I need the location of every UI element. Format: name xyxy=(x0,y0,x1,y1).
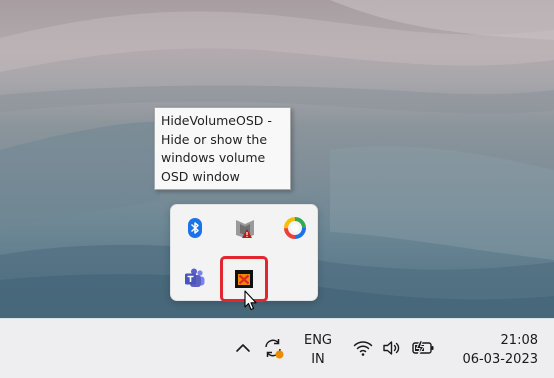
language-region: IN xyxy=(311,352,325,367)
bluetooth-icon[interactable] xyxy=(183,216,207,240)
mcafee-icon[interactable] xyxy=(233,216,257,240)
language-indicator[interactable]: ENG IN xyxy=(298,331,338,369)
mouse-cursor-icon xyxy=(244,290,258,312)
taskbar: ENG IN 21:08 06-03-2023 xyxy=(0,318,554,378)
language-code: ENG xyxy=(303,333,332,348)
sync-icon[interactable] xyxy=(261,336,285,360)
clock-time: 21:08 xyxy=(500,333,538,348)
chevron-up-icon[interactable] xyxy=(234,339,252,357)
system-clock[interactable]: 21:08 06-03-2023 xyxy=(448,331,538,369)
volume-icon[interactable] xyxy=(382,339,402,357)
tray-overflow-flyout xyxy=(170,204,318,302)
teams-icon[interactable] xyxy=(183,266,207,290)
wifi-icon[interactable] xyxy=(353,339,373,357)
battery-charging-icon[interactable] xyxy=(410,340,436,356)
clock-date: 06-03-2023 xyxy=(462,352,538,367)
google-drive-icon[interactable] xyxy=(283,216,307,240)
tray-tooltip: HideVolumeOSD - Hide or show the windows… xyxy=(154,107,291,190)
